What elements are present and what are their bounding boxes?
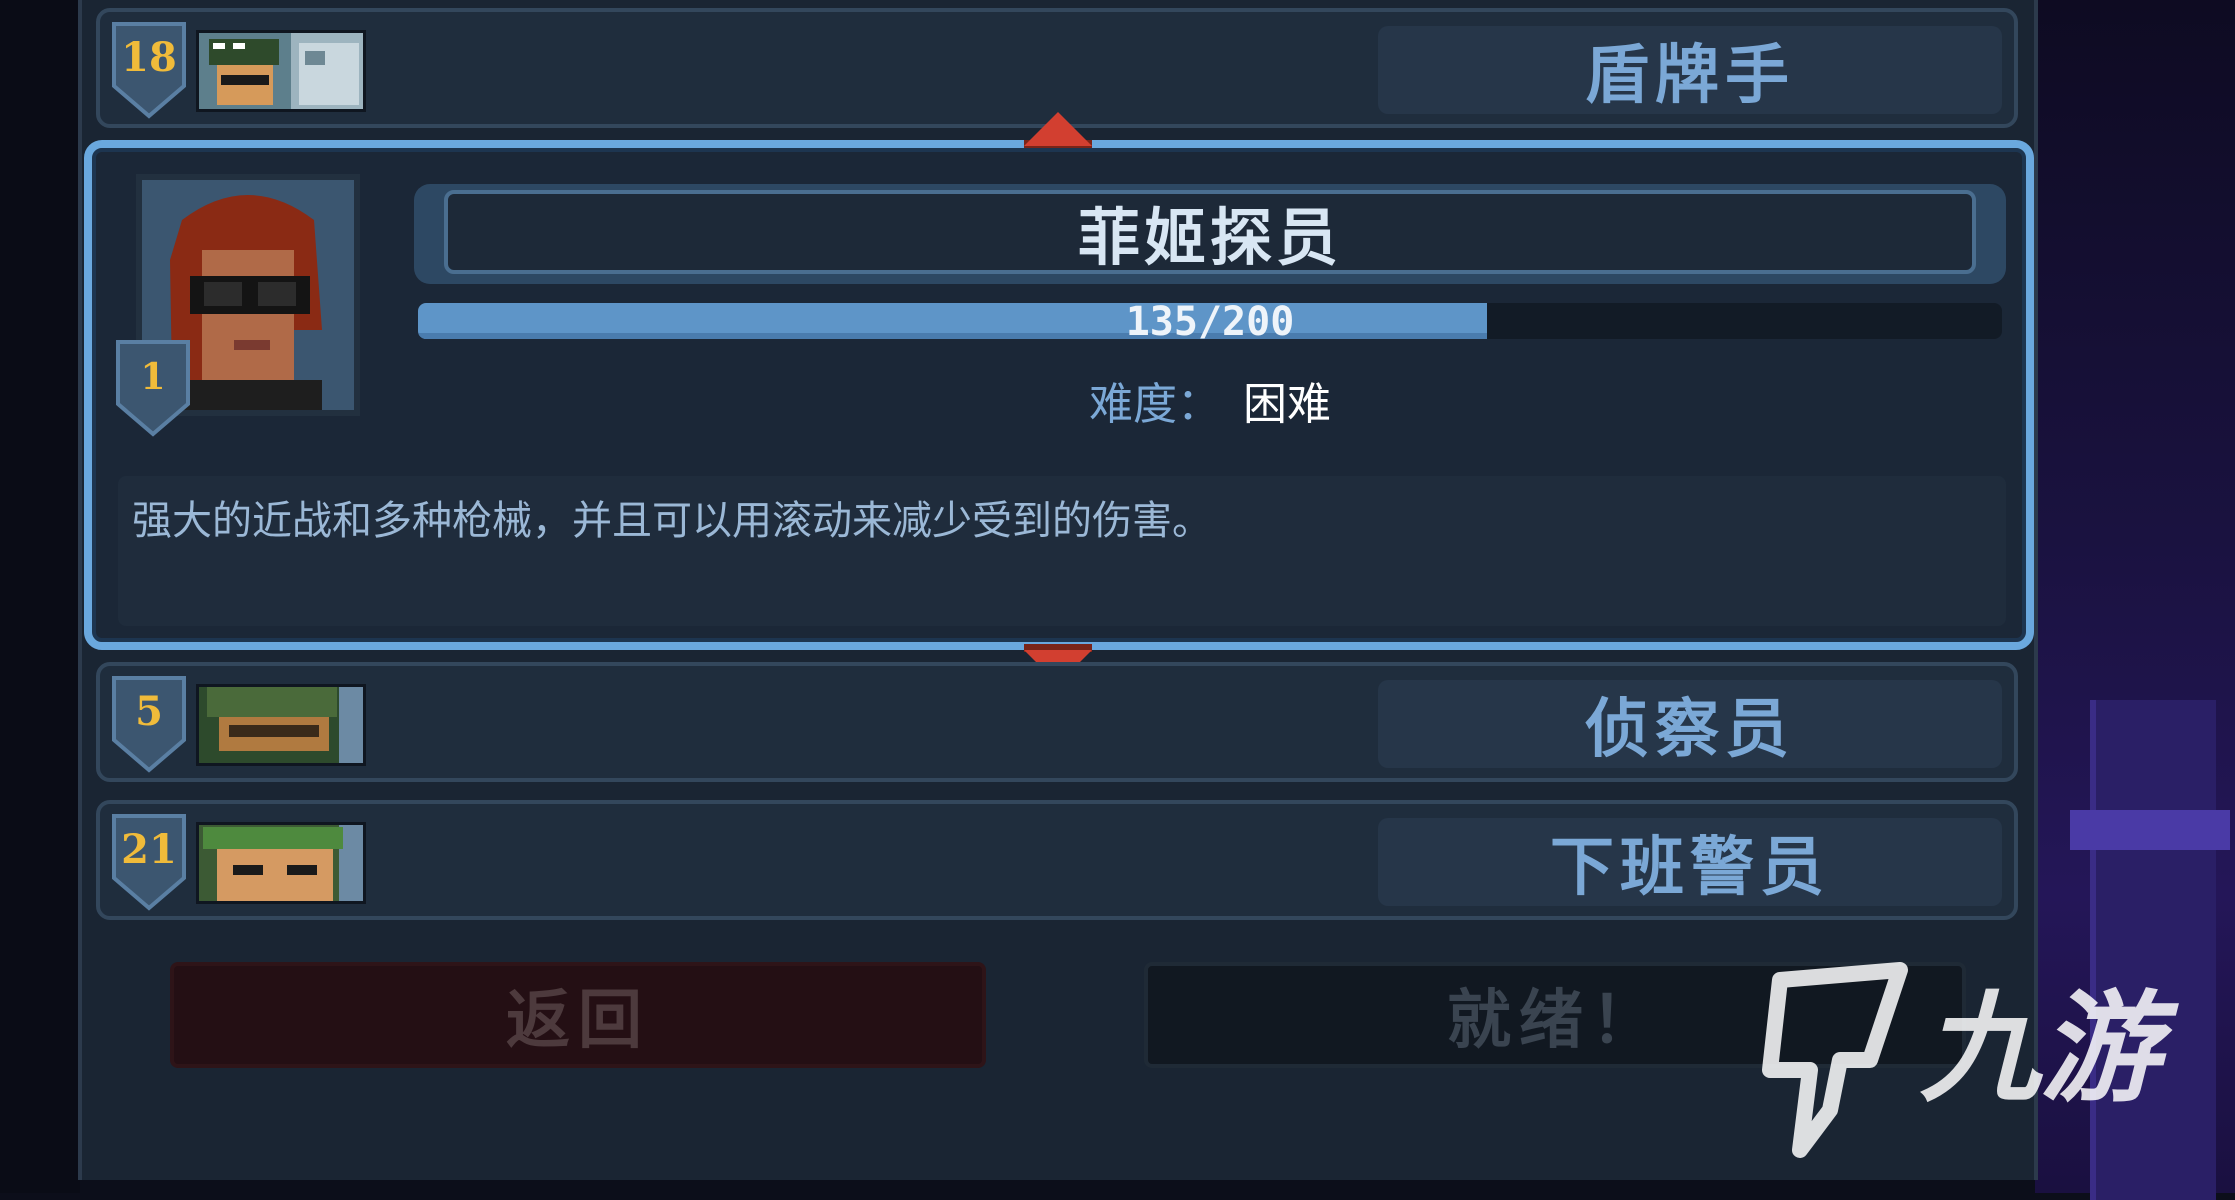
- background-pillar-cap: [2070, 810, 2230, 850]
- selected-character-card[interactable]: 1 菲姬探员 135/200 难度： 困难 强大的近战和多种枪械，并且可以用滚动…: [84, 140, 2034, 650]
- watermark-text: 九游: [1920, 980, 2179, 1119]
- xp-progress-bar: 135/200: [418, 303, 2002, 339]
- character-name: 下班警员: [1378, 818, 2002, 906]
- character-row-shield[interactable]: 18 盾牌手: [96, 8, 2018, 128]
- character-name: 菲姬探员: [444, 190, 1976, 274]
- level-badge: 18: [110, 20, 188, 120]
- character-description: 强大的近战和多种枪械，并且可以用滚动来减少受到的伤害。: [118, 476, 2006, 626]
- watermark-logo: 九游: [1740, 940, 2200, 1170]
- level-number: 18: [121, 34, 177, 81]
- name-plate: 菲姬探员: [414, 184, 2006, 284]
- scroll-up-arrow-icon[interactable]: [1024, 112, 1092, 146]
- level-badge: 5: [110, 674, 188, 774]
- xp-progress-text: 135/200: [1125, 303, 1295, 339]
- character-thumbnail: [196, 822, 366, 904]
- level-number: 5: [135, 688, 163, 735]
- character-thumbnail: [196, 684, 366, 766]
- character-name: 侦察员: [1378, 680, 2002, 768]
- background-left: [0, 0, 80, 1193]
- level-number: 1: [140, 356, 166, 398]
- difficulty-value: 困难: [1243, 379, 1331, 430]
- character-thumbnail: [196, 30, 366, 112]
- difficulty-row: 难度： 困难: [418, 370, 2002, 430]
- level-badge: 21: [110, 812, 188, 912]
- character-row-scout[interactable]: 5 侦察员: [96, 662, 2018, 782]
- level-number: 21: [121, 826, 177, 873]
- difficulty-label: 难度：: [1089, 379, 1221, 430]
- character-name: 盾牌手: [1378, 26, 2002, 114]
- back-button[interactable]: 返回: [170, 962, 986, 1068]
- character-row-offduty-cop[interactable]: 21 下班警员: [96, 800, 2018, 920]
- level-badge: 1: [114, 338, 192, 438]
